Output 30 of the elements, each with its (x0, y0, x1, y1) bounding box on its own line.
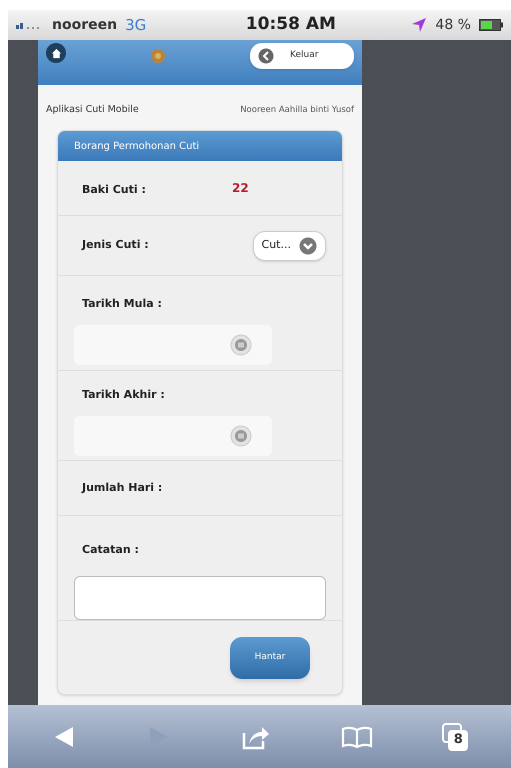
logout-button[interactable]: Keluar (250, 43, 354, 69)
carrier-name: nooreen (52, 16, 118, 34)
calendar-icon (230, 424, 252, 446)
home-button[interactable] (46, 43, 66, 63)
leave-balance: 22 (232, 180, 249, 197)
form-title: Borang Permohonan Cuti (58, 131, 342, 161)
field-label: Jumlah Hari : (82, 480, 162, 496)
tabs-button[interactable]: 8 (434, 714, 476, 758)
clock-time: 10:58 AM (246, 13, 336, 36)
field-label: Tarikh Akhir : (82, 387, 166, 403)
home-icon (50, 48, 62, 58)
crest-icon (150, 48, 166, 64)
date-field[interactable] (74, 416, 272, 456)
field-label: Catatan : (82, 543, 139, 556)
field-label: Baki Cuti : (82, 183, 146, 196)
network-type: 3G (125, 14, 146, 36)
book-icon (340, 724, 373, 748)
calendar-icon (230, 334, 252, 356)
chevron-down-icon (299, 236, 317, 254)
field-label: Tarikh Mula : (82, 296, 163, 312)
battery-icon (479, 19, 503, 31)
app-title: Aplikasi Cuti Mobile (46, 102, 139, 117)
submit-button[interactable]: Hantar (230, 636, 310, 678)
location-icon (411, 17, 428, 33)
date-field[interactable] (74, 324, 272, 364)
battery-percent: 48 % (435, 16, 471, 34)
notes-field[interactable] (74, 576, 326, 620)
user-name: Nooreen Aahilla binti Yusof (240, 104, 354, 116)
leave-type-select[interactable]: Cut... (252, 230, 326, 260)
field-label: Jenis Cuti : (82, 237, 149, 254)
